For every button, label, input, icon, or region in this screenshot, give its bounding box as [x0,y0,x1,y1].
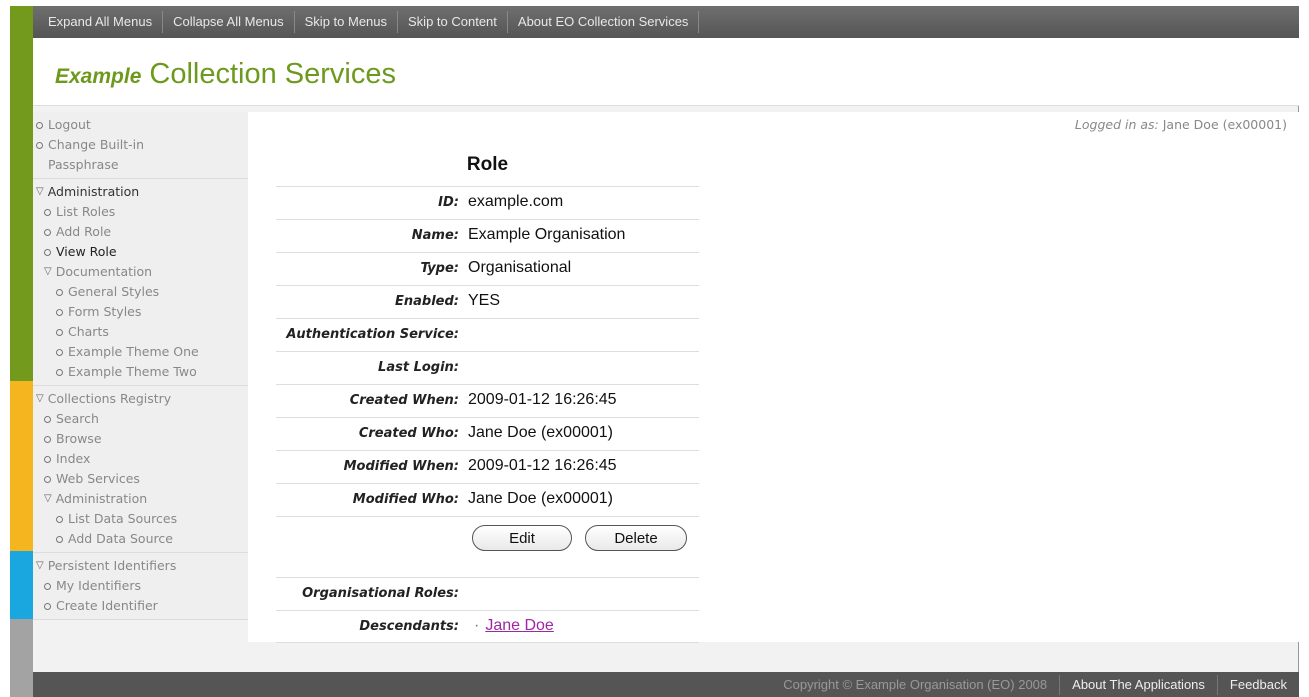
field-row-modified-who: Modified Who: Jane Doe (ex00001) [276,483,699,516]
field-row-descendants: Descendants: · Jane Doe [276,610,699,643]
collections-registry-section: ▽ Collections Registry Search Browse Inde… [33,386,248,553]
field-row-type: Type: Organisational [276,252,699,285]
bullet-icon [44,455,51,463]
bullet-icon [44,602,51,610]
logged-in-status: Logged in as: Jane Doe (ex00001) [1075,117,1287,132]
sidebar-item-registry-administration[interactable]: ▽ Administration [33,489,248,509]
top-nav-bar: Expand All Menus Collapse All Menus Skip… [33,6,1299,38]
field-row-created-when: Created When: 2009-01-12 16:26:45 [276,384,699,417]
brand-example: Example [55,65,142,88]
bullet-icon [56,515,63,523]
sidebar-item-my-identifiers[interactable]: My Identifiers [33,576,248,596]
copyright-text: Copyright © Example Organisation (EO) 20… [783,676,1048,692]
sidebar-item-change-passphrase[interactable]: Change Built-in [33,135,248,155]
sidebar-item-theme-one[interactable]: Example Theme One [33,342,248,362]
bullet-icon [44,415,51,423]
bullet-icon [56,348,63,356]
bullet-icon: · [474,617,480,634]
sidebar-item-index[interactable]: Index [33,449,248,469]
field-row-modified-when: Modified When: 2009-01-12 16:26:45 [276,450,699,483]
sidebar-item-charts[interactable]: Charts [33,322,248,342]
sidebar-item-collections-registry[interactable]: ▽ Collections Registry [33,389,248,409]
bullet-icon [44,208,51,216]
bullet-icon [44,435,51,443]
bullet-icon [36,141,43,149]
field-row-enabled: Enabled: YES [276,285,699,318]
about-applications-link[interactable]: About The Applications [1059,674,1217,695]
bullet-icon [44,248,51,256]
actions-row: Edit Delete [276,516,699,576]
sidebar-item-list-data-sources[interactable]: List Data Sources [33,509,248,529]
section-stripe-gray [10,619,33,697]
site-footer: Copyright © Example Organisation (EO) 20… [33,672,1299,697]
expand-all-menus-link[interactable]: Expand All Menus [40,11,164,33]
logged-in-prefix: Logged in as: [1074,117,1159,132]
field-row-organisational-roles: Organisational Roles: [276,577,699,610]
sidebar-item-web-services[interactable]: Web Services [33,469,248,489]
sidebar-item-list-roles[interactable]: List Roles [33,202,248,222]
field-row-last-login: Last Login: [276,351,699,384]
collapse-all-menus-link[interactable]: Collapse All Menus [163,11,295,33]
sidebar-item-create-identifier[interactable]: Create Identifier [33,596,248,616]
edit-button[interactable]: Edit [472,525,572,551]
bullet-icon [56,368,63,376]
sidebar-item-administration[interactable]: ▽ Administration [33,182,248,202]
account-section: Logout Change Built-in Passphrase [33,112,248,179]
persistent-identifiers-section: ▽ Persistent Identifiers My Identifiers C… [33,553,248,620]
bullet-icon [56,288,63,296]
field-row-authentication-service: Authentication Service: [276,318,699,351]
section-stripe-green [10,6,33,381]
brand-title: Collection Services [149,58,396,90]
bullet-icon [44,582,51,590]
sidebar-item-documentation[interactable]: ▽ Documentation [33,262,248,282]
sidebar-item-view-role[interactable]: View Role [33,242,248,262]
bullet-icon [56,308,63,316]
field-row-id: ID: example.com [276,186,699,219]
feedback-link[interactable]: Feedback [1216,674,1299,695]
sidebar-item-add-data-source[interactable]: Add Data Source [33,529,248,549]
section-stripe-blue [10,551,33,619]
field-row-name: Name: Example Organisation [276,219,699,252]
sidebar-item-search[interactable]: Search [33,409,248,429]
bullet-icon [36,121,43,129]
administration-section: ▽ Administration List Roles Add Role View… [33,179,248,386]
sidebar-menu: Logout Change Built-in Passphrase ▽ Admin… [33,112,248,620]
site-brand[interactable]: Example Collection Services [55,58,396,91]
bullet-icon [44,228,51,236]
skip-to-menus-link[interactable]: Skip to Menus [295,11,399,33]
sidebar-item-change-passphrase-cont[interactable]: Passphrase [33,155,248,175]
sidebar-item-add-role[interactable]: Add Role [33,222,248,242]
triangle-down-icon: ▽ [44,493,52,504]
sidebar-item-persistent-identifiers[interactable]: ▽ Persistent Identifiers [33,556,248,576]
sidebar-item-theme-two[interactable]: Example Theme Two [33,362,248,382]
bullet-icon [56,535,63,543]
delete-button[interactable]: Delete [585,525,687,551]
bullet-icon [56,328,63,336]
triangle-down-icon: ▽ [36,393,44,404]
skip-to-content-link[interactable]: Skip to Content [398,11,508,33]
about-link[interactable]: About EO Collection Services [508,11,700,33]
descendant-list-item: · Jane Doe [474,617,554,635]
sidebar-item-form-styles[interactable]: Form Styles [33,302,248,322]
section-stripe-orange [10,381,33,551]
site-header: Example Collection Services [33,38,1299,106]
sidebar-item-general-styles[interactable]: General Styles [33,282,248,302]
page-title: Role [466,154,509,175]
descendant-link[interactable]: Jane Doe [485,617,554,634]
logged-in-user: Jane Doe (ex00001) [1162,117,1287,132]
triangle-down-icon: ▽ [44,266,52,277]
sidebar-item-logout[interactable]: Logout [33,115,248,135]
field-row-created-who: Created Who: Jane Doe (ex00001) [276,417,699,450]
triangle-down-icon: ▽ [36,186,44,197]
triangle-down-icon: ▽ [36,560,44,571]
sidebar-item-browse[interactable]: Browse [33,429,248,449]
main-content: Logged in as: Jane Doe (ex00001) Role ID… [248,112,1299,643]
bullet-icon [44,475,51,483]
